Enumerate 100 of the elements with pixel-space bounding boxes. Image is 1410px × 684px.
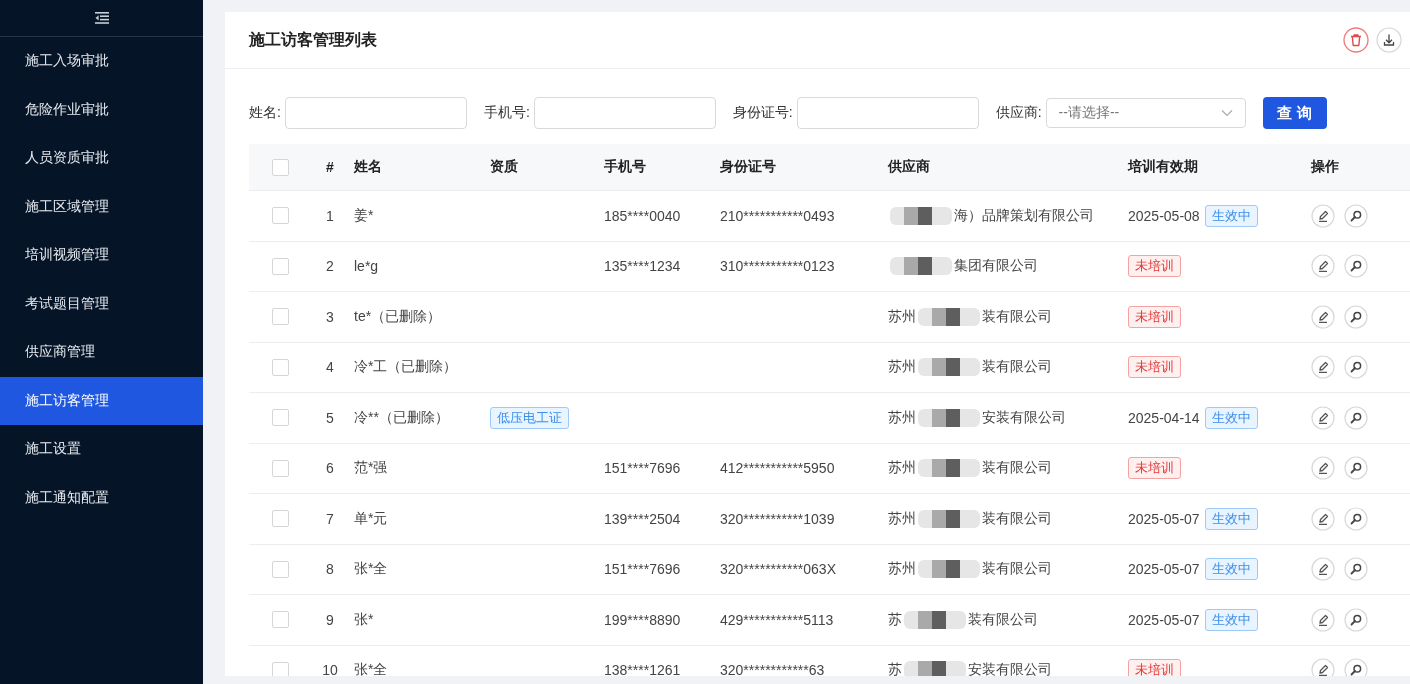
table-cell: 苏州 bbox=[888, 408, 916, 427]
sidebar-item[interactable]: 考试题目管理 bbox=[0, 279, 203, 328]
table-cell-text: 210***********0493 bbox=[719, 207, 836, 224]
redaction-mosaic bbox=[918, 560, 980, 579]
table-cell-text: te*（已删除） bbox=[353, 307, 443, 326]
row-number: 4 bbox=[325, 359, 335, 376]
checkbox[interactable] bbox=[271, 409, 289, 427]
sidebar-item[interactable]: 施工区域管理 bbox=[0, 182, 203, 231]
select-placeholder: --请选择-- bbox=[1058, 104, 1120, 122]
checkbox[interactable] bbox=[271, 308, 289, 326]
search-icon[interactable] bbox=[1344, 557, 1368, 582]
sidebar-item[interactable]: 施工通知配置 bbox=[0, 473, 203, 522]
search-icon[interactable] bbox=[1344, 304, 1368, 329]
download-icon[interactable] bbox=[1376, 27, 1402, 53]
edit-icon[interactable] bbox=[1311, 254, 1335, 279]
table-cell: 装有限公司 bbox=[982, 459, 1052, 478]
input-field[interactable] bbox=[796, 97, 979, 129]
table-cell-text: 429***********5113 bbox=[719, 611, 835, 628]
filter-label: 手机号: bbox=[483, 104, 530, 122]
checkbox[interactable] bbox=[271, 358, 289, 376]
sidebar-item[interactable]: 危险作业审批 bbox=[0, 85, 203, 134]
table-cell: 集团有限公司 bbox=[954, 257, 1038, 276]
row-number: 10 bbox=[321, 662, 339, 676]
table-cell-text: 张*全 bbox=[353, 560, 389, 579]
edit-icon[interactable] bbox=[1311, 456, 1335, 481]
column-header: 手机号 bbox=[603, 158, 647, 176]
search-button[interactable]: 查 询 bbox=[1262, 97, 1327, 129]
table-cell: 安装有限公司 bbox=[982, 408, 1066, 427]
search-icon[interactable] bbox=[1344, 658, 1368, 676]
column-header: 操作 bbox=[1310, 158, 1340, 176]
column-header: # bbox=[325, 159, 335, 175]
table-cell-text: 151****7696 bbox=[603, 460, 682, 477]
edit-icon[interactable] bbox=[1311, 405, 1335, 430]
edit-icon[interactable] bbox=[1311, 506, 1335, 531]
checkbox[interactable] bbox=[271, 661, 289, 676]
sidebar-item[interactable]: 施工入场审批 bbox=[0, 37, 203, 86]
checkbox[interactable] bbox=[271, 257, 289, 275]
supplier-select[interactable]: --请选择-- bbox=[1045, 98, 1246, 128]
status-tag: 生效中 bbox=[1204, 204, 1258, 227]
search-icon[interactable] bbox=[1344, 254, 1368, 279]
table-cell: 装有限公司 bbox=[982, 358, 1052, 377]
table-cell-text: 135****1234 bbox=[603, 258, 682, 275]
redaction-mosaic bbox=[918, 408, 980, 427]
table-cell-text: 320***********1039 bbox=[719, 510, 836, 527]
checkbox[interactable] bbox=[271, 158, 289, 176]
table-cell: 装有限公司 bbox=[982, 560, 1052, 579]
sidebar-item[interactable]: 培训视频管理 bbox=[0, 231, 203, 280]
table-cell: 装有限公司 bbox=[982, 307, 1052, 326]
sidebar-item[interactable]: 施工设置 bbox=[0, 425, 203, 474]
search-icon[interactable] bbox=[1344, 456, 1368, 481]
redaction-mosaic bbox=[904, 610, 966, 629]
table-cell: 苏州 bbox=[888, 358, 916, 377]
edit-icon[interactable] bbox=[1311, 203, 1335, 228]
filter-label: 姓名: bbox=[249, 104, 281, 122]
table-cell-text: 185****0040 bbox=[603, 207, 682, 224]
checkbox[interactable] bbox=[271, 459, 289, 477]
status-tag: 生效中 bbox=[1204, 558, 1258, 581]
search-icon[interactable] bbox=[1344, 506, 1368, 531]
table-cell: 苏州 bbox=[888, 560, 916, 579]
edit-icon[interactable] bbox=[1311, 658, 1335, 676]
edit-icon[interactable] bbox=[1311, 557, 1335, 582]
column-header: 供应商 bbox=[887, 158, 931, 176]
sidebar-item[interactable]: 供应商管理 bbox=[0, 328, 203, 377]
search-icon[interactable] bbox=[1344, 355, 1368, 380]
table-cell: 苏 bbox=[888, 661, 902, 676]
table-cell: 海）品牌策划有限公司 bbox=[954, 206, 1094, 225]
status-tag: 未培训 bbox=[1128, 255, 1181, 278]
status-tag: 未培训 bbox=[1128, 457, 1181, 480]
edit-icon[interactable] bbox=[1311, 607, 1335, 632]
sidebar-item[interactable]: 人员资质审批 bbox=[0, 134, 203, 183]
checkbox[interactable] bbox=[271, 611, 289, 629]
table-cell-text: 412***********5950 bbox=[719, 460, 836, 477]
table-cell-text: 320************63 bbox=[719, 662, 826, 676]
checkbox[interactable] bbox=[271, 510, 289, 528]
table-cell-text: 冷**（已删除） bbox=[353, 408, 450, 427]
sidebar-item[interactable]: 施工访客管理 bbox=[0, 376, 203, 425]
delete-icon[interactable] bbox=[1343, 27, 1369, 53]
edit-icon[interactable] bbox=[1311, 355, 1335, 380]
edit-icon[interactable] bbox=[1311, 304, 1335, 329]
redaction-mosaic bbox=[918, 459, 980, 478]
table-cell: 2025-05-07 bbox=[1128, 611, 1200, 628]
row-number: 1 bbox=[325, 207, 335, 224]
menu-collapse-icon[interactable] bbox=[94, 12, 109, 24]
table-cell: 装有限公司 bbox=[968, 610, 1038, 629]
input-field[interactable] bbox=[284, 97, 467, 129]
status-tag: 未培训 bbox=[1128, 356, 1181, 379]
checkbox[interactable] bbox=[271, 207, 289, 225]
column-header: 资质 bbox=[489, 158, 519, 176]
search-icon[interactable] bbox=[1344, 203, 1368, 228]
table-cell-text: 姜* bbox=[353, 206, 375, 225]
table-cell: 2025-04-14 bbox=[1128, 409, 1200, 426]
checkbox[interactable] bbox=[271, 560, 289, 578]
search-icon[interactable] bbox=[1344, 405, 1368, 430]
redaction-mosaic bbox=[918, 358, 980, 377]
filter-label: 供应商: bbox=[995, 104, 1042, 122]
table-cell-text: 151****7696 bbox=[603, 561, 682, 578]
input-field[interactable] bbox=[533, 97, 716, 129]
chevron-icon bbox=[1220, 109, 1233, 117]
search-icon[interactable] bbox=[1344, 607, 1368, 632]
redaction-mosaic bbox=[890, 206, 952, 225]
